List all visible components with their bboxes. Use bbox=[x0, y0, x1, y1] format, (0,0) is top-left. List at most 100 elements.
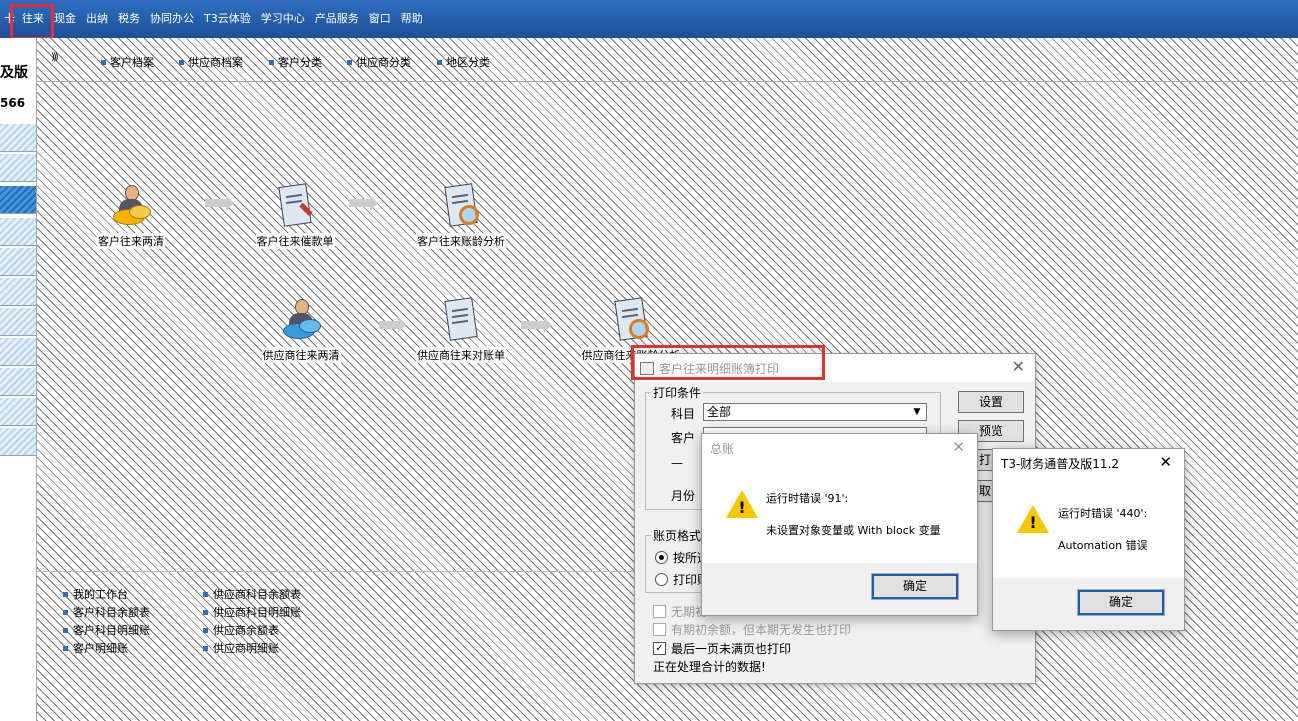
bullet-icon bbox=[63, 591, 68, 597]
menu-item-card[interactable]: 卡 bbox=[2, 8, 17, 30]
error-message-line1: 运行时错误 '91': bbox=[766, 492, 849, 505]
warning-icon-mark: ! bbox=[738, 498, 746, 517]
left-nav-row[interactable] bbox=[0, 338, 36, 366]
flow-arrow bbox=[349, 195, 378, 211]
left-nav-row[interactable] bbox=[0, 278, 36, 306]
link-customer-subject-balance[interactable]: 客户科目余额表 bbox=[63, 604, 150, 620]
bullet-icon bbox=[179, 59, 184, 65]
left-nav-row[interactable] bbox=[0, 308, 36, 336]
left-panel-title: 及版 bbox=[0, 65, 28, 81]
left-nav-row-active[interactable] bbox=[0, 186, 36, 214]
menu-item-receivables[interactable]: 往来 bbox=[17, 8, 49, 30]
error-dialog-title: T3-财务通普及版11.2 bbox=[1001, 457, 1120, 471]
checkbox-last-page[interactable]: ✓ 最后一页未满页也打印 bbox=[653, 640, 791, 657]
link-customer-detail[interactable]: 客户明细账 bbox=[63, 640, 128, 656]
link-label: 客户明细账 bbox=[73, 642, 128, 655]
menu-item-collaboration[interactable]: 协同办公 bbox=[145, 8, 199, 30]
left-nav-row[interactable] bbox=[0, 368, 36, 396]
toolbar-region-category[interactable]: 地区分类 bbox=[437, 54, 490, 70]
flow-node-supplier-clearing[interactable]: 供应商往来两清 bbox=[241, 297, 361, 363]
checkbox-label: 最后一页未满页也打印 bbox=[671, 642, 792, 656]
error-message-line2: 未设置对象变量或 With block 变量 bbox=[766, 524, 941, 537]
link-label: 客户科目明细账 bbox=[73, 624, 150, 637]
bullet-icon bbox=[101, 59, 106, 65]
link-supplier-subject-detail[interactable]: 供应商科目明细账 bbox=[203, 604, 301, 620]
flow-node-label: 客户往来账龄分析 bbox=[416, 233, 506, 249]
flow-arrow bbox=[379, 317, 406, 333]
link-label: 我的工作台 bbox=[73, 588, 128, 601]
link-supplier-detail[interactable]: 供应商明细账 bbox=[203, 640, 279, 656]
menu-item-products[interactable]: 产品服务 bbox=[310, 8, 364, 30]
menu-item-cashier[interactable]: 出纳 bbox=[81, 8, 113, 30]
menu-item-t3-cloud[interactable]: T3云体验 bbox=[199, 8, 256, 30]
left-nav-row[interactable] bbox=[0, 124, 36, 152]
toolbar-collapse-icon[interactable]: ))) bbox=[51, 52, 59, 63]
link-customer-subject-detail[interactable]: 客户科目明细账 bbox=[63, 622, 150, 638]
customer-dunning-icon bbox=[275, 183, 315, 229]
subject-value: 全部 bbox=[707, 405, 732, 419]
link-label: 供应商明细账 bbox=[213, 642, 279, 655]
left-nav-row[interactable] bbox=[0, 428, 36, 456]
flow-node-customer-dunning[interactable]: 客户往来催款单 bbox=[235, 183, 355, 249]
bullet-icon bbox=[203, 591, 208, 597]
bullet-icon bbox=[269, 59, 274, 65]
close-icon[interactable]: ✕ bbox=[1012, 357, 1025, 376]
error-dialog-t3: T3-财务通普及版11.2 ✕ ! 运行时错误 '440': Automatio… bbox=[992, 448, 1185, 631]
link-supplier-balance[interactable]: 供应商余额表 bbox=[203, 622, 279, 638]
toolbar-item-label: 地区分类 bbox=[446, 56, 490, 69]
error-dialog-title: 总账 bbox=[710, 442, 735, 456]
processing-status: 正在处理合计的数据! bbox=[653, 660, 766, 674]
supplier-statement-icon bbox=[441, 297, 481, 343]
close-icon[interactable]: ✕ bbox=[1159, 453, 1172, 471]
flow-node-label: 供应商往来对账单 bbox=[416, 347, 506, 363]
supplier-aging-icon bbox=[611, 297, 651, 343]
checkbox-opening-no-activity[interactable]: 有期初余额，但本期无发生也打印 bbox=[653, 621, 851, 638]
checkbox-no-opening[interactable]: 无期初 bbox=[653, 603, 707, 620]
error-message-line2: Automation 错误 bbox=[1058, 539, 1148, 552]
ok-button[interactable]: 确定 bbox=[1077, 589, 1165, 616]
print-dialog-title: 客户往来明细账簿打印 bbox=[659, 362, 780, 376]
checkbox-box bbox=[653, 623, 666, 636]
link-label: 供应商科目余额表 bbox=[213, 588, 301, 601]
flow-node-supplier-statement[interactable]: 供应商往来对账单 bbox=[401, 297, 521, 363]
toolbar-customer-category[interactable]: 客户分类 bbox=[269, 54, 322, 70]
warning-icon-mark: ! bbox=[1029, 513, 1037, 532]
toolbar-supplier-file[interactable]: 供应商档案 bbox=[179, 54, 243, 70]
toolbar-customer-file[interactable]: 客户档案 bbox=[101, 54, 154, 70]
menu-item-cash[interactable]: 现金 bbox=[49, 8, 81, 30]
subject-select[interactable]: 全部 ▼ bbox=[703, 403, 927, 421]
menu-item-tax[interactable]: 税务 bbox=[113, 8, 145, 30]
menu-item-learning[interactable]: 学习中心 bbox=[256, 8, 310, 30]
menu-item-help[interactable]: 帮助 bbox=[396, 8, 428, 30]
chevron-down-icon[interactable]: ▼ bbox=[910, 405, 924, 419]
left-panel-code: 566 bbox=[0, 96, 26, 110]
customer-clearing-icon bbox=[111, 183, 151, 229]
link-my-workbench[interactable]: 我的工作台 bbox=[63, 586, 128, 602]
flow-node-customer-aging[interactable]: 客户往来账龄分析 bbox=[401, 183, 521, 249]
link-label: 供应商科目明细账 bbox=[213, 606, 301, 619]
link-supplier-subject-balance[interactable]: 供应商科目余额表 bbox=[203, 586, 301, 602]
ok-button[interactable]: 确定 bbox=[871, 573, 959, 600]
check-icon: ✓ bbox=[653, 642, 666, 655]
flow-node-customer-clearing[interactable]: 客户往来两清 bbox=[71, 183, 191, 249]
left-nav-row[interactable] bbox=[0, 154, 36, 182]
close-icon[interactable]: ✕ bbox=[952, 438, 965, 456]
toolbar-supplier-category[interactable]: 供应商分类 bbox=[347, 54, 411, 70]
bullet-icon bbox=[203, 645, 208, 651]
toolbar-item-label: 客户分类 bbox=[278, 56, 322, 69]
bullet-icon bbox=[203, 609, 208, 615]
settings-button[interactable]: 设置 bbox=[958, 391, 1024, 413]
checkbox-box bbox=[653, 605, 666, 618]
printer-icon bbox=[640, 362, 654, 375]
error-dialog-general-ledger: 总账 ✕ ! 运行时错误 '91': 未设置对象变量或 With block 变… bbox=[701, 433, 978, 616]
print-dialog-titlebar: 客户往来明细账簿打印 ✕ bbox=[635, 354, 1035, 382]
error-dialog-footer: 确定 bbox=[993, 578, 1184, 630]
flow-node-label: 客户往来催款单 bbox=[255, 233, 335, 249]
toolbar-item-label: 客户档案 bbox=[110, 56, 154, 69]
menu-item-window[interactable]: 窗口 bbox=[364, 8, 396, 30]
left-nav-row[interactable] bbox=[0, 398, 36, 426]
bullet-icon bbox=[63, 645, 68, 651]
range-dash: — bbox=[671, 456, 683, 470]
left-nav-row[interactable] bbox=[0, 248, 36, 276]
left-nav-row[interactable] bbox=[0, 218, 36, 246]
